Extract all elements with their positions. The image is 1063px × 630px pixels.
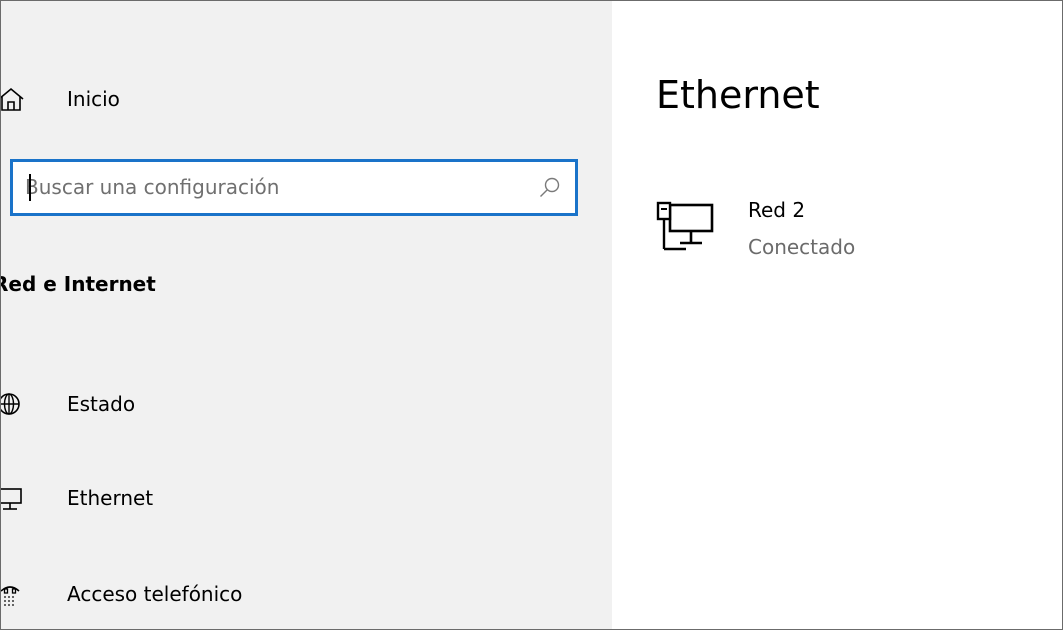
wired-network-icon [656,201,714,251]
search-input[interactable] [25,172,505,202]
dial-up-icon [1,586,20,606]
page-title: Ethernet [656,73,820,117]
network-status: Conectado [748,235,856,259]
sidebar-item-label: Ethernet [67,486,154,510]
sidebar-item-label: Inicio [67,87,120,111]
network-item-red-2[interactable]: Red 2 Conectado [656,189,976,271]
sidebar-item-estado[interactable]: Estado [1,384,601,424]
section-title: Red e Internet [1,272,156,296]
sidebar-item-ethernet[interactable]: Ethernet [1,478,601,518]
sidebar-item-home[interactable]: Inicio [1,79,601,119]
globe-icon [1,393,20,415]
search-box[interactable] [10,159,578,216]
sidebar-item-label: Acceso telefónico [67,582,243,606]
settings-window: Inicio Red e Internet Estado [0,0,1063,630]
home-icon [1,87,24,111]
sidebar: Inicio Red e Internet Estado [1,1,612,629]
sidebar-item-acceso-telefonico[interactable]: Acceso telefónico [1,574,601,614]
sidebar-item-label: Estado [67,392,136,416]
search-icon[interactable] [538,176,562,200]
network-name: Red 2 [748,198,806,222]
text-caret [29,174,31,201]
monitor-icon [1,488,22,510]
